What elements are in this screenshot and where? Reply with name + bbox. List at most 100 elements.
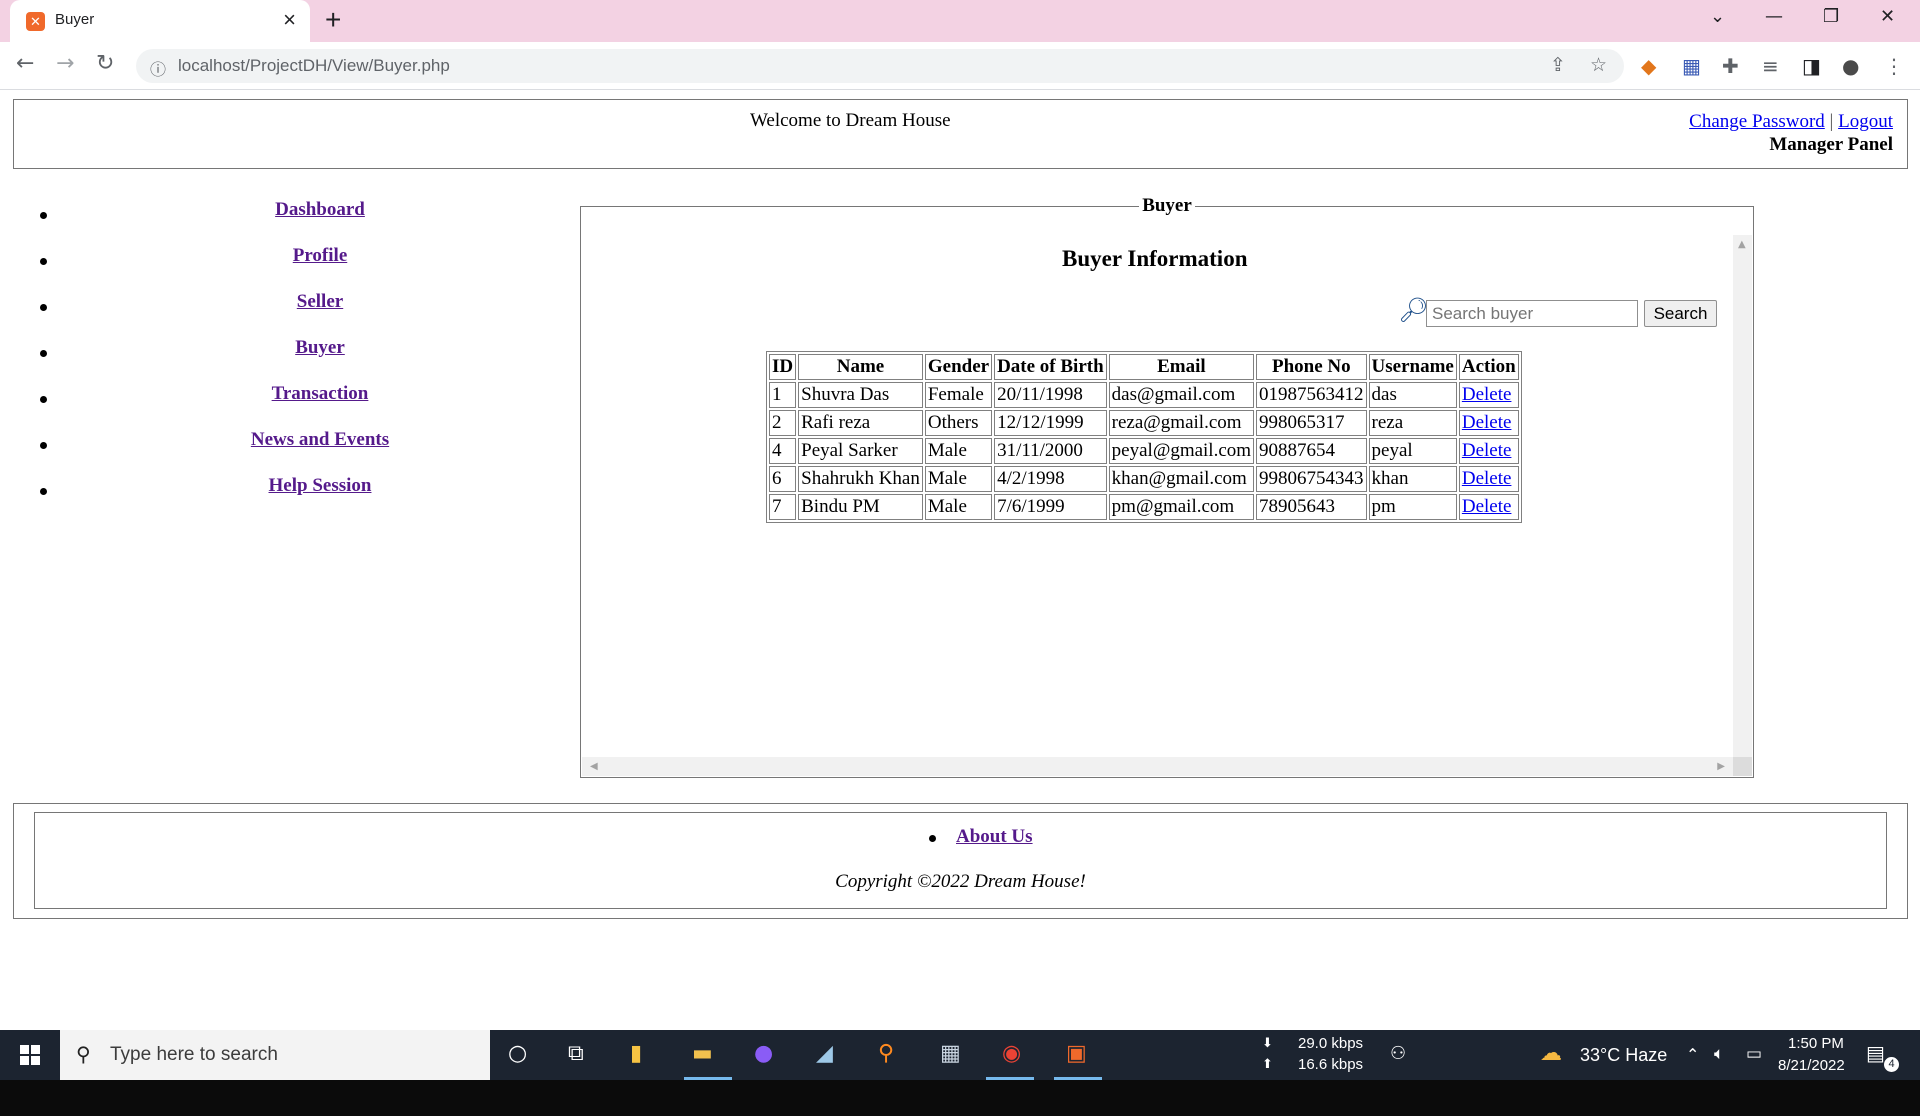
extension-icon[interactable]: ▦ <box>1682 54 1701 78</box>
forward-icon[interactable]: → <box>56 51 74 76</box>
sidebar-link-buyer[interactable]: Buyer <box>60 337 580 359</box>
sidebar-link-profile[interactable]: Profile <box>60 245 580 267</box>
copyright-text: Copyright ©2022 Dream House! <box>835 871 1086 892</box>
windows-start-icon[interactable] <box>20 1045 40 1065</box>
scroll-right-icon[interactable]: ▶ <box>1717 761 1725 772</box>
notification-center-icon[interactable]: ▤ <box>1866 1041 1885 1065</box>
screen-bottom-strip <box>0 1080 1920 1116</box>
weather-text[interactable]: 33°C Haze <box>1580 1045 1667 1066</box>
chrome-icon[interactable]: ◉ <box>1002 1041 1021 1066</box>
weather-icon[interactable]: ☁ <box>1540 1041 1562 1066</box>
cell-name: Peyal Sarker <box>798 438 923 464</box>
side-panel-icon[interactable]: ◨ <box>1802 54 1821 78</box>
sidebar-link-news-and-events[interactable]: News and Events <box>60 429 580 451</box>
media-control-icon[interactable]: ≡ <box>1762 54 1779 78</box>
table-row: 1 Shuvra Das Female 20/11/1998 das@gmail… <box>769 382 1519 408</box>
table-row: 6 Shahrukh Khan Male 4/2/1998 khan@gmail… <box>769 466 1519 492</box>
close-window-icon[interactable]: ✕ <box>1880 6 1895 27</box>
cell-id: 6 <box>769 466 797 492</box>
sidebar-link-dashboard[interactable]: Dashboard <box>60 199 580 221</box>
cell-username: peyal <box>1368 438 1457 464</box>
battery-icon[interactable]: ▭ <box>1746 1044 1762 1064</box>
net-download-speed: 29.0 kbps <box>1298 1035 1364 1052</box>
delete-link[interactable]: Delete <box>1462 412 1512 433</box>
cell-id: 2 <box>769 410 797 436</box>
cell-email: reza@gmail.com <box>1108 410 1255 436</box>
scroll-up-icon[interactable]: ▲ <box>1738 239 1746 250</box>
scroll-left-icon[interactable]: ◀ <box>590 761 598 772</box>
sticky-notes-icon[interactable]: ▮ <box>630 1041 642 1066</box>
about-us-link[interactable]: About Us <box>956 826 1033 848</box>
list-bullet <box>40 258 47 265</box>
browser-toolbar: ← → ↻ ⓘ localhost/ProjectDH/View/Buyer.p… <box>0 42 1920 90</box>
xampp-favicon-icon: ✕ <box>26 12 45 31</box>
delete-link[interactable]: Delete <box>1462 468 1512 489</box>
reload-icon[interactable]: ↻ <box>96 51 114 76</box>
cell-id: 7 <box>769 494 797 520</box>
browser-tab-bar: ✕ Buyer × + ⌄ — ❐ ✕ <box>0 0 1920 42</box>
vertical-scrollbar[interactable]: ▲ ▼ <box>1733 235 1752 775</box>
tray-chevron-icon[interactable]: ⌃ <box>1686 1045 1699 1064</box>
clock-time[interactable]: 1:50 PM <box>1788 1035 1844 1052</box>
calculator-icon[interactable]: ▦ <box>940 1041 961 1066</box>
table-row: 4 Peyal Sarker Male 31/11/2000 peyal@gma… <box>769 438 1519 464</box>
sidebar-item-dashboard: Dashboard <box>0 199 560 237</box>
cortana-icon[interactable]: ○ <box>508 1041 527 1066</box>
delete-link[interactable]: Delete <box>1462 384 1512 405</box>
sidebar-link-seller[interactable]: Seller <box>60 291 580 313</box>
xampp-icon[interactable]: ▣ <box>1066 1041 1087 1066</box>
search-button[interactable]: Search <box>1644 300 1717 327</box>
restore-icon[interactable]: ❐ <box>1823 6 1839 27</box>
change-password-link[interactable]: Change Password <box>1689 111 1825 132</box>
browser-tab[interactable]: ✕ Buyer × <box>10 0 310 42</box>
search-input[interactable] <box>1426 300 1638 327</box>
cell-username: das <box>1368 382 1457 408</box>
tab-search-chevron-icon[interactable]: ⌄ <box>1710 6 1725 27</box>
close-tab-icon[interactable]: × <box>283 7 296 33</box>
logout-link[interactable]: Logout <box>1838 111 1893 132</box>
delete-link[interactable]: Delete <box>1462 496 1512 517</box>
cell-dob: 7/6/1999 <box>994 494 1107 520</box>
people-icon[interactable]: ⚇ <box>1390 1043 1406 1064</box>
volume-icon[interactable]: 🔈︎ <box>1714 1044 1724 1064</box>
sidebar-item-news-and-events: News and Events <box>0 429 560 467</box>
bookmark-star-icon[interactable]: ☆ <box>1590 54 1607 76</box>
sidebar-item-help-session: Help Session <box>0 475 560 513</box>
site-info-icon[interactable]: ⓘ <box>150 56 166 80</box>
profile-avatar-icon[interactable]: ● <box>1842 54 1859 78</box>
sidebar-link-transaction[interactable]: Transaction <box>60 383 580 405</box>
new-tab-icon[interactable]: + <box>325 4 341 36</box>
list-bullet <box>40 350 47 357</box>
cell-gender: Male <box>924 438 993 464</box>
share-icon[interactable]: ⇪ <box>1550 54 1566 76</box>
column-header-name: Name <box>798 354 923 380</box>
metamask-extension-icon[interactable]: ◆ <box>1641 54 1656 78</box>
cell-id: 4 <box>769 438 797 464</box>
clock-date[interactable]: 8/21/2022 <box>1778 1057 1845 1074</box>
column-header-email: Email <box>1108 354 1255 380</box>
list-bullet <box>40 304 47 311</box>
cell-action: Delete <box>1458 466 1519 492</box>
address-bar[interactable]: ⓘ localhost/ProjectDH/View/Buyer.php ⇪ ☆ <box>136 49 1624 83</box>
minimize-icon[interactable]: — <box>1765 6 1783 27</box>
horizontal-scrollbar[interactable]: ◀ ▶ <box>582 757 1733 776</box>
fieldset-legend: Buyer <box>1142 195 1192 216</box>
column-header-phone: Phone No <box>1256 354 1367 380</box>
messenger-icon[interactable]: ● <box>754 1041 773 1066</box>
table-row: 7 Bindu PM Male 7/6/1999 pm@gmail.com 78… <box>769 494 1519 520</box>
table-header-row: ID Name Gender Date of Birth Email Phone… <box>769 354 1519 380</box>
delete-link[interactable]: Delete <box>1462 440 1512 461</box>
search-tool-icon[interactable]: ⚲ <box>878 1041 894 1066</box>
cell-phone: 998065317 <box>1256 410 1367 436</box>
taskbar-search-box[interactable]: ⚲ Type here to search <box>60 1030 490 1080</box>
cell-action: Delete <box>1458 494 1519 520</box>
more-menu-icon[interactable]: ⋮ <box>1884 54 1904 78</box>
back-icon[interactable]: ← <box>16 51 34 76</box>
file-explorer-icon[interactable]: ▬ <box>692 1041 713 1066</box>
task-view-icon[interactable]: ⧉ <box>568 1041 584 1066</box>
cell-phone: 78905643 <box>1256 494 1367 520</box>
notepad-icon[interactable]: ◢ <box>816 1041 833 1066</box>
extensions-puzzle-icon[interactable]: ✚ <box>1722 54 1739 78</box>
sidebar-link-help-session[interactable]: Help Session <box>60 475 580 497</box>
notification-count-badge: 4 <box>1884 1057 1899 1072</box>
